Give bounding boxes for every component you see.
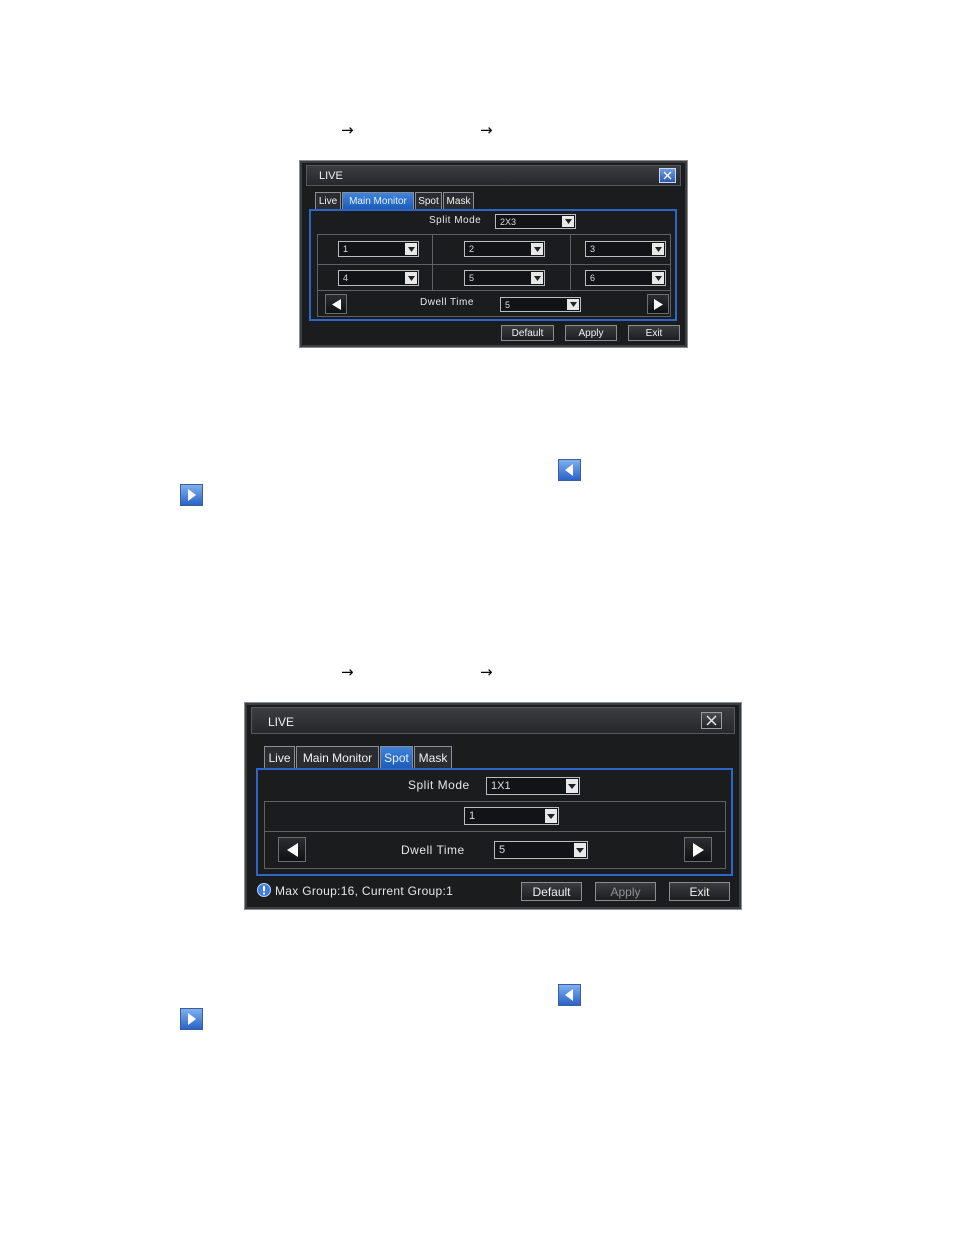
- next-button-icon: [180, 484, 203, 506]
- chevron-down-icon: [652, 272, 664, 284]
- previous-group-button[interactable]: [325, 294, 347, 314]
- chevron-down-icon: [531, 243, 543, 255]
- channel-grid: 1 2 3 4 5 6 Dwell Time 5: [317, 234, 671, 317]
- exit-button[interactable]: Exit: [628, 325, 680, 341]
- info-icon: [257, 883, 271, 897]
- dwell-time-label: Dwell Time: [420, 297, 474, 308]
- dialog-title: LIVE: [268, 715, 295, 729]
- settings-panel: Split Mode 2X3 1 2 3 4 5 6 Dwell Time 5: [309, 209, 677, 321]
- default-button[interactable]: Default: [501, 325, 554, 341]
- channel-select-3[interactable]: 3: [585, 241, 666, 257]
- breadcrumb-arrow-icon: →: [480, 663, 493, 681]
- chevron-down-icon: [652, 243, 664, 255]
- close-icon: [706, 715, 717, 726]
- chevron-down-icon: [574, 843, 586, 857]
- channel-select-6[interactable]: 6: [585, 270, 666, 286]
- next-button-icon: [180, 1008, 203, 1030]
- chevron-down-icon: [405, 272, 417, 284]
- triangle-right-icon: [692, 842, 704, 857]
- channel-select-1[interactable]: 1: [338, 241, 419, 257]
- split-mode-label: Split Mode: [408, 778, 470, 792]
- group-info-text: Max Group:16, Current Group:1: [275, 884, 454, 898]
- breadcrumb-arrow-icon: →: [480, 121, 493, 139]
- tab-spot[interactable]: Spot: [415, 192, 442, 209]
- channel-grid: 1 Dwell Time 5: [264, 801, 726, 869]
- triangle-left-icon: [331, 298, 341, 310]
- tab-mask[interactable]: Mask: [414, 746, 452, 768]
- tab-main-monitor[interactable]: Main Monitor: [296, 746, 379, 768]
- channel-value: 1: [343, 244, 349, 254]
- apply-button[interactable]: Apply: [565, 325, 617, 341]
- channel-value: 1: [469, 810, 476, 822]
- chevron-down-icon: [567, 299, 579, 310]
- tab-live[interactable]: Live: [315, 192, 341, 209]
- chevron-down-icon: [545, 809, 557, 823]
- close-button[interactable]: [701, 712, 722, 729]
- dialog-title: LIVE: [319, 170, 343, 182]
- previous-button-icon: [558, 459, 581, 481]
- title-bar: LIVE: [251, 707, 735, 734]
- chevron-down-icon: [562, 216, 574, 227]
- split-mode-select[interactable]: 1X1: [486, 777, 580, 795]
- tab-mask[interactable]: Mask: [443, 192, 474, 209]
- channel-select-4[interactable]: 4: [338, 270, 419, 286]
- next-group-button[interactable]: [684, 837, 712, 862]
- triangle-right-icon: [653, 298, 663, 310]
- channel-value: 6: [590, 273, 596, 283]
- chevron-down-icon: [566, 779, 578, 793]
- chevron-down-icon: [531, 272, 543, 284]
- split-mode-label: Split Mode: [429, 215, 482, 226]
- tab-spot[interactable]: Spot: [380, 746, 413, 768]
- breadcrumb-arrow-icon: →: [341, 121, 354, 139]
- close-icon: [663, 171, 672, 180]
- triangle-left-icon: [286, 842, 298, 857]
- split-mode-value: 1X1: [491, 780, 511, 792]
- dwell-time-label: Dwell Time: [401, 843, 465, 857]
- settings-panel: Split Mode 1X1 1 Dwell Time 5: [256, 768, 733, 876]
- dwell-time-value: 5: [499, 844, 506, 856]
- default-button[interactable]: Default: [521, 882, 582, 901]
- close-button[interactable]: [659, 168, 676, 183]
- channel-select-1[interactable]: 1: [464, 807, 559, 825]
- split-mode-value: 2X3: [500, 216, 517, 227]
- dwell-time-value: 5: [505, 299, 511, 310]
- channel-value: 3: [590, 244, 596, 254]
- apply-button[interactable]: Apply: [595, 882, 656, 901]
- tab-main-monitor[interactable]: Main Monitor: [342, 192, 414, 209]
- dwell-time-select[interactable]: 5: [500, 297, 581, 312]
- live-dialog-main-monitor: LIVE Live Main Monitor Spot Mask Split M…: [299, 160, 688, 348]
- tab-live[interactable]: Live: [264, 746, 295, 768]
- channel-value: 4: [343, 273, 349, 283]
- chevron-down-icon: [405, 243, 417, 255]
- previous-button-icon: [558, 984, 581, 1006]
- next-group-button[interactable]: [647, 294, 669, 314]
- channel-value: 5: [469, 273, 475, 283]
- live-dialog-spot: LIVE Live Main Monitor Spot Mask Split M…: [244, 702, 742, 910]
- dwell-time-select[interactable]: 5: [494, 841, 588, 859]
- channel-value: 2: [469, 244, 475, 254]
- channel-select-5[interactable]: 5: [464, 270, 545, 286]
- split-mode-select[interactable]: 2X3: [495, 214, 576, 229]
- previous-group-button[interactable]: [278, 837, 306, 862]
- breadcrumb-arrow-icon: →: [341, 663, 354, 681]
- exit-button[interactable]: Exit: [669, 882, 730, 901]
- title-bar: LIVE: [306, 165, 681, 186]
- channel-select-2[interactable]: 2: [464, 241, 545, 257]
